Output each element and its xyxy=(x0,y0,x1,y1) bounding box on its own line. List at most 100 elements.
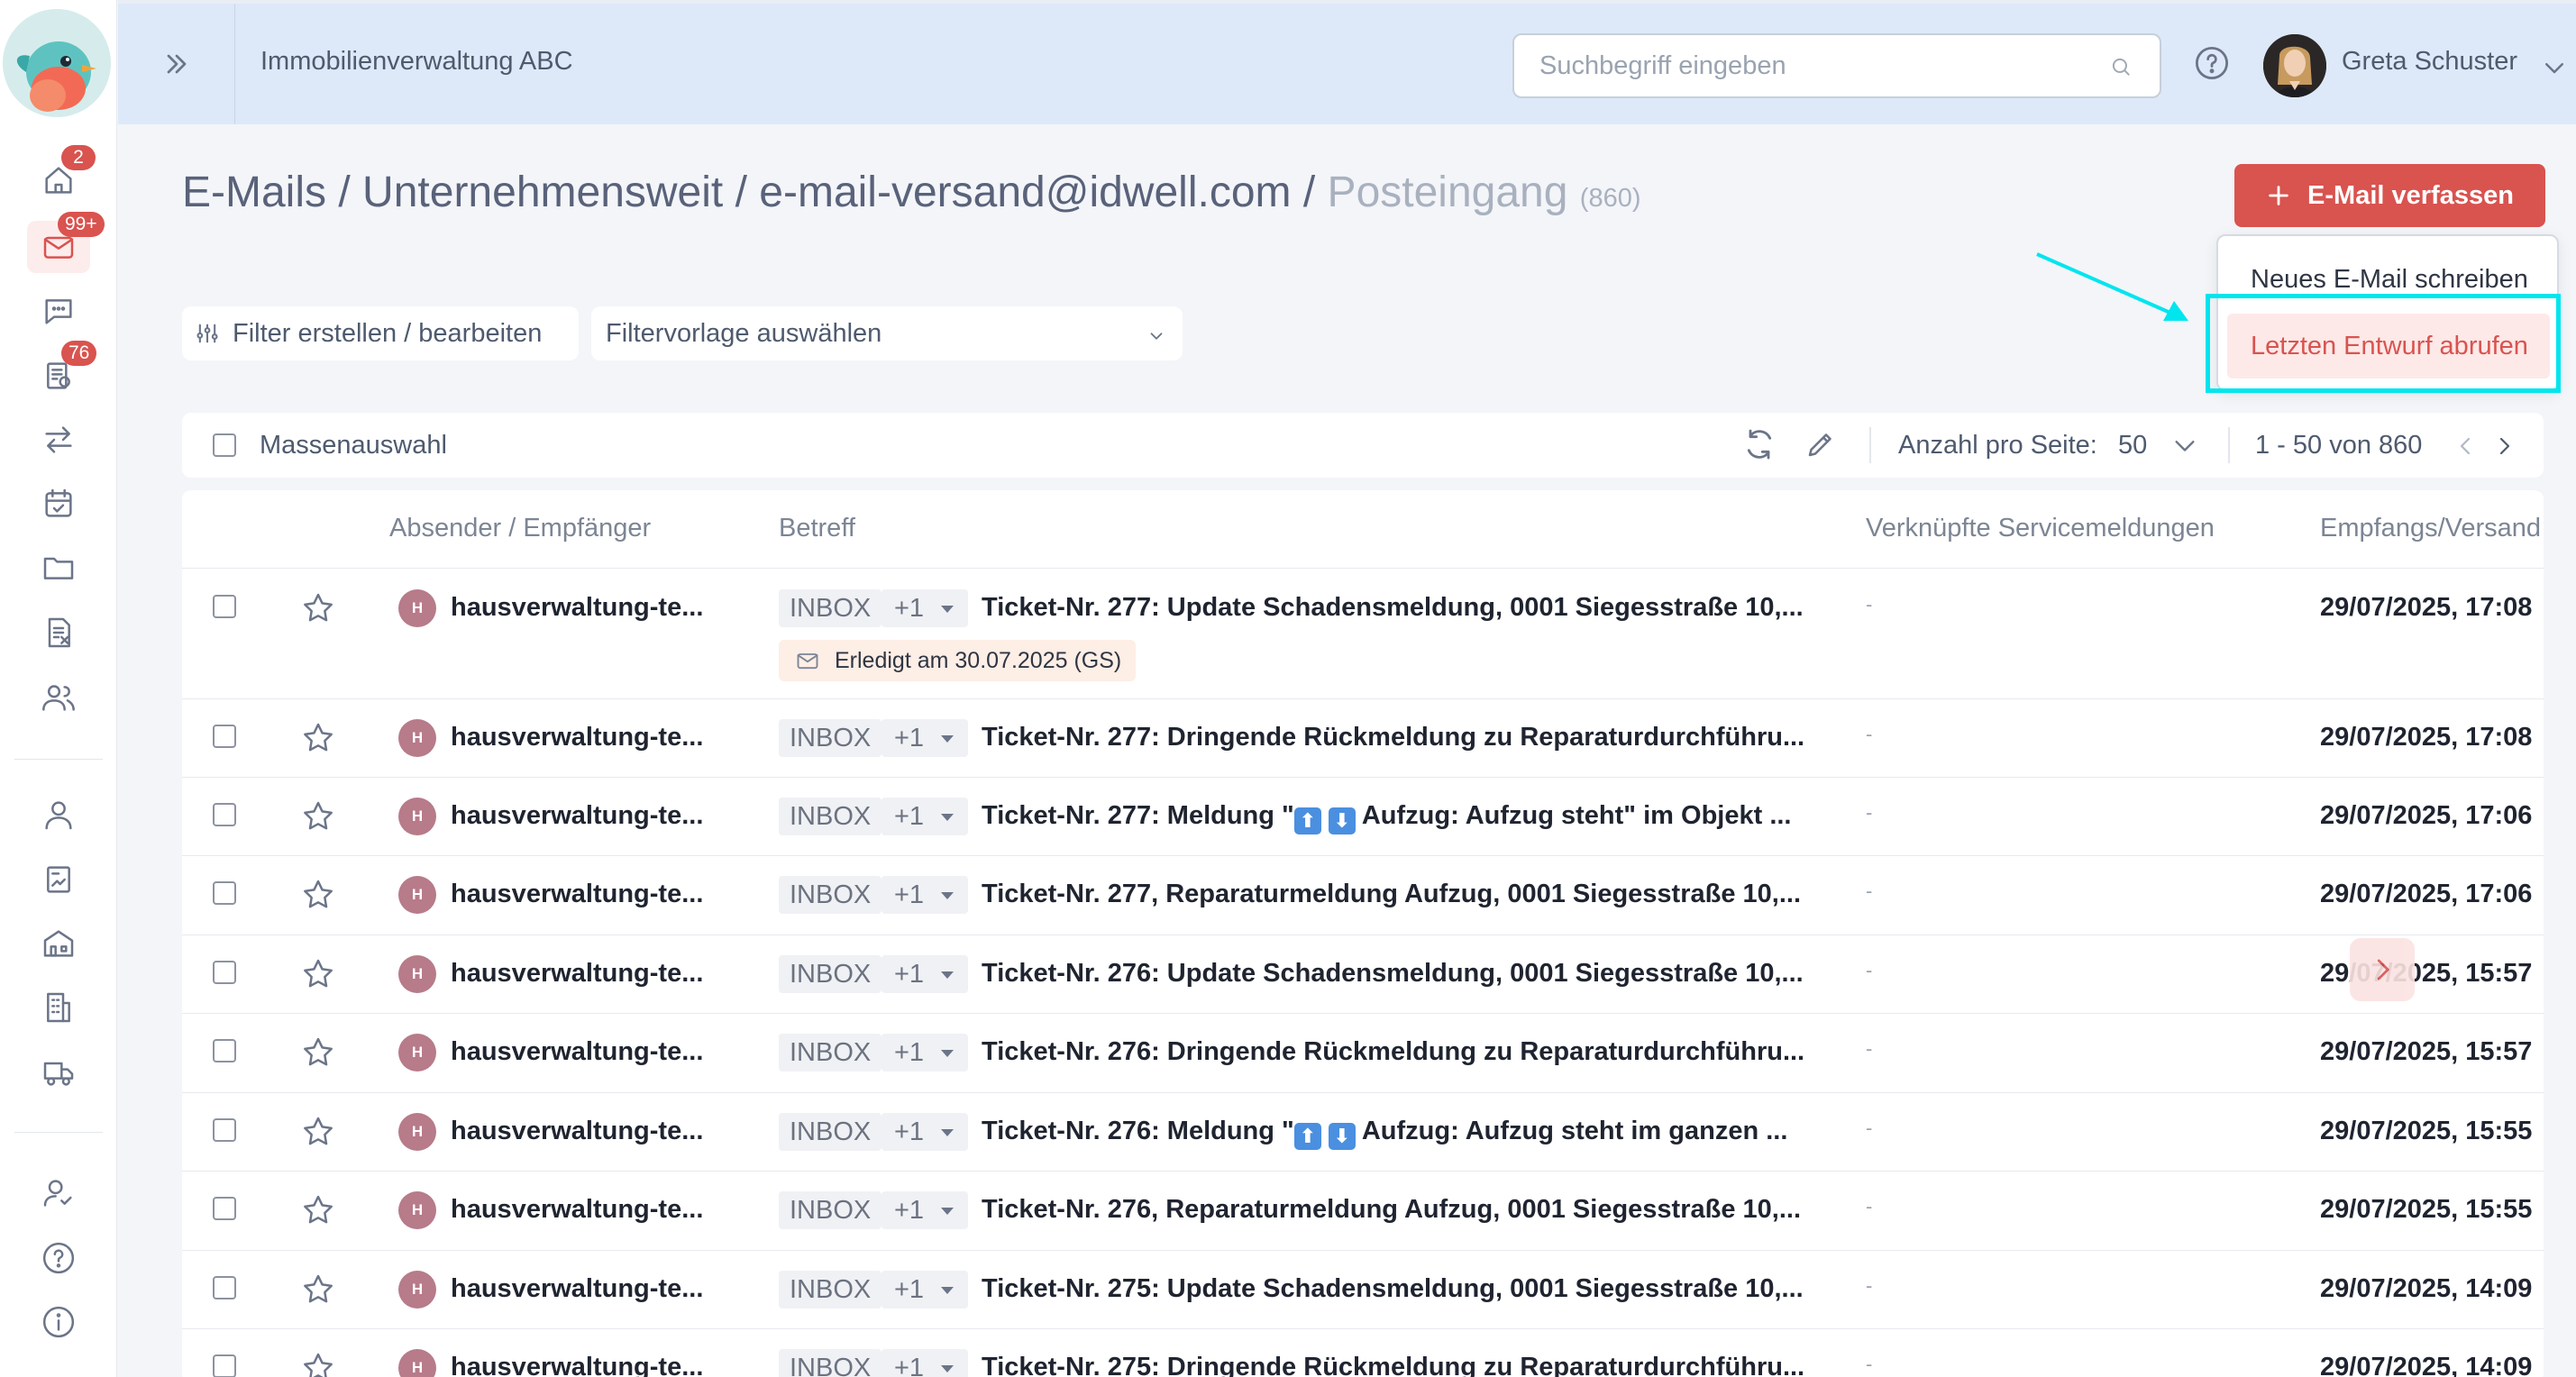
row-checkbox[interactable] xyxy=(213,1039,236,1062)
column-header-subject[interactable]: Betreff xyxy=(779,514,855,543)
sidebar-item-invoice[interactable] xyxy=(27,606,90,659)
sender-name[interactable]: hausverwaltung-te... xyxy=(451,801,703,831)
row-checkbox[interactable] xyxy=(213,1354,236,1377)
email-subject[interactable]: Ticket-Nr. 277: Update Schadensmeldung, … xyxy=(982,593,2000,623)
chevron-down-icon[interactable] xyxy=(2541,54,2568,81)
sidebar-item-users[interactable] xyxy=(27,671,90,724)
more-folders-dropdown[interactable]: +1 xyxy=(882,955,968,993)
row-checkbox[interactable] xyxy=(213,595,236,618)
chevron-left-icon[interactable] xyxy=(2455,434,2477,458)
table-row[interactable]: Hhausverwaltung-te... INBOX +1 Ticket-Nr. 2… xyxy=(182,1329,2544,1377)
sidebar-item-mail[interactable]: 99+ xyxy=(27,212,105,273)
breadcrumb-company-wide[interactable]: Unternehmensweit xyxy=(362,169,723,216)
email-subject[interactable]: Ticket-Nr. 277: Meldung " ⬆ ⬇ Aufzug: Auf… xyxy=(982,801,2000,834)
sender-name[interactable]: hausverwaltung-te... xyxy=(451,1353,703,1377)
sender-name[interactable]: hausverwaltung-te... xyxy=(451,1274,703,1304)
sidebar-item-help[interactable] xyxy=(27,1232,90,1284)
email-subject[interactable]: Ticket-Nr. 275: Dringende Rückmeldung zu… xyxy=(982,1353,2000,1377)
column-header-date[interactable]: Empfangs/Versand xyxy=(2320,514,2541,543)
compose-email-button[interactable]: E-Mail verfassen xyxy=(2234,164,2545,227)
table-row[interactable]: Hhausverwaltung-te... INBOX +1 Ticket-Nr. 2… xyxy=(182,778,2544,856)
table-row[interactable]: Hhausverwaltung-te... INBOX +1 Ticket-Nr. 2… xyxy=(182,935,2544,1014)
table-row[interactable]: Hhausverwaltung-te... INBOX +1 Ticket-Nr. 2… xyxy=(182,856,2544,935)
more-folders-dropdown[interactable]: +1 xyxy=(882,719,968,757)
help-button[interactable] xyxy=(2193,44,2231,82)
table-row[interactable]: Hhausverwaltung-te... INBOX +1 Ticket-Nr. 2… xyxy=(182,1172,2544,1251)
filter-edit-button[interactable]: Filter erstellen / bearbeiten xyxy=(182,306,579,360)
user-name[interactable]: Greta Schuster xyxy=(2342,47,2517,77)
email-subject[interactable]: Ticket-Nr. 276: Meldung " ⬆ ⬇ Aufzug: Auf… xyxy=(982,1117,2000,1150)
row-checkbox[interactable] xyxy=(213,1197,236,1220)
row-checkbox[interactable] xyxy=(213,961,236,984)
sender-name[interactable]: hausverwaltung-te... xyxy=(451,723,703,752)
email-subject[interactable]: Ticket-Nr. 276: Dringende Rückmeldung zu… xyxy=(982,1037,2000,1067)
star-icon[interactable] xyxy=(300,956,336,992)
sender-name[interactable]: hausverwaltung-te... xyxy=(451,880,703,909)
pencil-icon[interactable] xyxy=(1804,428,1837,461)
sidebar-item-building[interactable] xyxy=(27,981,90,1034)
refresh-icon[interactable] xyxy=(1741,426,1777,462)
star-icon[interactable] xyxy=(300,1035,336,1071)
row-checkbox[interactable] xyxy=(213,725,236,748)
star-icon[interactable] xyxy=(300,1114,336,1150)
more-folders-dropdown[interactable]: +1 xyxy=(882,1271,968,1309)
chevron-down-icon[interactable] xyxy=(2172,438,2197,456)
per-page-select[interactable]: 50 xyxy=(2118,431,2147,461)
more-folders-dropdown[interactable]: +1 xyxy=(882,589,968,627)
sidebar-item-truck[interactable] xyxy=(27,1046,90,1099)
row-checkbox[interactable] xyxy=(213,803,236,826)
breadcrumb-mailbox[interactable]: e-mail-versand@idwell.com xyxy=(759,169,1291,216)
table-row[interactable]: Hhausverwaltung-te... INBOX +1 Ticket-Nr. 2… xyxy=(182,1251,2544,1329)
filter-template-select[interactable]: Filtervorlage auswählen xyxy=(591,306,1183,360)
row-checkbox[interactable] xyxy=(213,881,236,905)
mass-select-checkbox[interactable] xyxy=(213,433,236,457)
sidebar-item-folder[interactable] xyxy=(27,542,90,594)
search-icon[interactable] xyxy=(2109,55,2133,78)
sender-name[interactable]: hausverwaltung-te... xyxy=(451,959,703,989)
search-input[interactable] xyxy=(1514,35,2160,96)
star-icon[interactable] xyxy=(300,798,336,834)
sidebar-item-ticket[interactable]: 76 xyxy=(27,341,97,402)
table-row[interactable]: Hhausverwaltung-te... INBOX +1 Ticket-Nr. 2… xyxy=(182,1014,2544,1093)
floating-next-button[interactable] xyxy=(2350,938,2415,1001)
sidebar-item-transfer[interactable] xyxy=(27,414,90,466)
more-folders-dropdown[interactable]: +1 xyxy=(882,1113,968,1151)
app-logo-bird[interactable] xyxy=(3,9,111,117)
star-icon[interactable] xyxy=(300,1350,336,1377)
more-folders-dropdown[interactable]: +1 xyxy=(882,1034,968,1072)
star-icon[interactable] xyxy=(300,877,336,913)
chevron-right-icon[interactable] xyxy=(2493,434,2515,458)
sidebar-item-person[interactable] xyxy=(27,789,90,841)
table-row[interactable]: Hhausverwaltung-te... INBOX +1 Ticket-Nr. 2… xyxy=(182,699,2544,778)
email-subject[interactable]: Ticket-Nr. 276: Update Schadensmeldung, … xyxy=(982,959,2000,989)
sidebar-item-home[interactable]: 2 xyxy=(27,145,96,206)
column-header-services[interactable]: Verknüpfte Servicemeldungen xyxy=(1866,514,2215,543)
sidebar-item-contract[interactable] xyxy=(27,853,90,906)
sidebar-item-info[interactable] xyxy=(27,1296,90,1348)
breadcrumb-emails[interactable]: E-Mails xyxy=(182,169,326,216)
star-icon[interactable] xyxy=(300,1192,336,1228)
star-icon[interactable] xyxy=(300,1272,336,1308)
sidebar-item-chat[interactable] xyxy=(27,285,90,337)
user-avatar[interactable] xyxy=(2263,34,2326,97)
row-checkbox[interactable] xyxy=(213,1276,236,1299)
email-subject[interactable]: Ticket-Nr. 275: Update Schadensmeldung, … xyxy=(982,1274,2000,1304)
sidebar-item-user-check[interactable] xyxy=(27,1167,90,1219)
more-folders-dropdown[interactable]: +1 xyxy=(882,1349,968,1377)
row-checkbox[interactable] xyxy=(213,1118,236,1142)
more-folders-dropdown[interactable]: +1 xyxy=(882,876,968,914)
email-subject[interactable]: Ticket-Nr. 276, Reparaturmeldung Aufzug,… xyxy=(982,1195,2000,1225)
sender-name[interactable]: hausverwaltung-te... xyxy=(451,593,703,623)
sidebar-item-calendar-check[interactable] xyxy=(27,478,90,530)
star-icon[interactable] xyxy=(300,720,336,756)
table-row[interactable]: Hhausverwaltung-te... INBOX +1 Ticket-Nr. 2… xyxy=(182,570,2544,699)
column-header-sender[interactable]: Absender / Empfänger xyxy=(389,514,651,543)
sender-name[interactable]: hausverwaltung-te... xyxy=(451,1195,703,1225)
sender-name[interactable]: hausverwaltung-te... xyxy=(451,1117,703,1146)
sender-name[interactable]: hausverwaltung-te... xyxy=(451,1037,703,1067)
email-subject[interactable]: Ticket-Nr. 277, Reparaturmeldung Aufzug,… xyxy=(982,880,2000,909)
more-folders-dropdown[interactable]: +1 xyxy=(882,1191,968,1229)
email-subject[interactable]: Ticket-Nr. 277: Dringende Rückmeldung zu… xyxy=(982,723,2000,752)
more-folders-dropdown[interactable]: +1 xyxy=(882,798,968,835)
sidebar-item-property[interactable] xyxy=(27,917,90,970)
